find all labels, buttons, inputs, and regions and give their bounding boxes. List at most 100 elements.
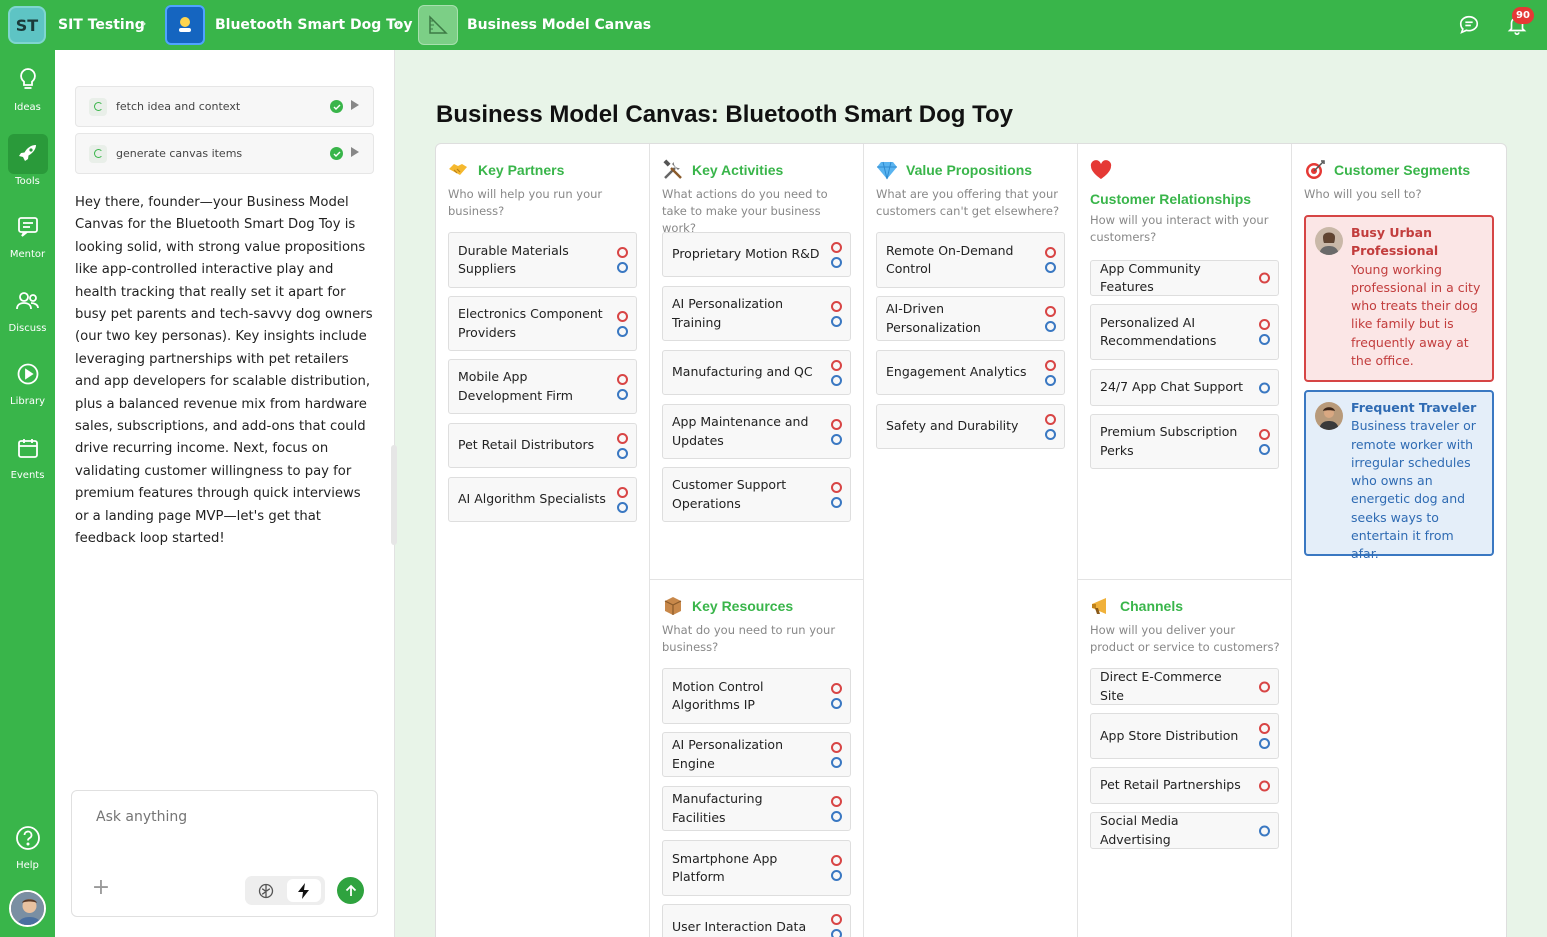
canvas-item[interactable]: App Store Distribution: [1090, 713, 1279, 759]
canvas-item[interactable]: Safety and Durability: [876, 404, 1065, 449]
blue-dot-icon[interactable]: [831, 433, 842, 445]
canvas-item[interactable]: Motion Control Algorithms IP: [662, 668, 851, 724]
red-dot-icon[interactable]: [1045, 247, 1056, 258]
blue-dot-icon[interactable]: [1259, 443, 1270, 455]
canvas-item[interactable]: AI Personalization Engine: [662, 732, 851, 777]
breadcrumb-workspace[interactable]: SIT Testing: [58, 0, 145, 50]
canvas-item[interactable]: Personalized AI Recommendations: [1090, 304, 1279, 360]
canvas-item[interactable]: Pet Retail Partnerships: [1090, 767, 1279, 804]
red-dot-icon[interactable]: [617, 373, 628, 385]
plus-icon[interactable]: +: [90, 877, 112, 899]
canvas-item[interactable]: AI Personalization Training: [662, 286, 851, 341]
red-dot-icon[interactable]: [617, 486, 628, 498]
canvas-item[interactable]: User Interaction Data: [662, 904, 851, 937]
blue-dot-icon[interactable]: [1259, 738, 1270, 749]
red-dot-icon[interactable]: [1259, 272, 1270, 284]
red-dot-icon[interactable]: [831, 914, 842, 925]
blue-dot-icon[interactable]: [1259, 825, 1270, 836]
red-dot-icon[interactable]: [831, 359, 842, 371]
task-item[interactable]: generate canvas items: [75, 133, 374, 174]
red-dot-icon[interactable]: [1045, 413, 1056, 425]
brain-icon[interactable]: [257, 882, 275, 900]
rail-item-help[interactable]: Help: [0, 818, 55, 880]
chat-input[interactable]: [96, 809, 356, 825]
blue-dot-icon[interactable]: [617, 262, 628, 273]
blue-dot-icon[interactable]: [1045, 320, 1056, 332]
chat-scrollbar[interactable]: [391, 445, 397, 545]
red-dot-icon[interactable]: [1259, 681, 1270, 692]
canvas-item[interactable]: Manufacturing and QC: [662, 350, 851, 395]
red-dot-icon[interactable]: [1259, 319, 1270, 330]
canvas-item[interactable]: AI Algorithm Specialists: [448, 477, 637, 522]
blue-dot-icon[interactable]: [831, 256, 842, 268]
red-dot-icon[interactable]: [831, 300, 842, 312]
red-dot-icon[interactable]: [831, 241, 842, 253]
blue-dot-icon[interactable]: [1045, 262, 1056, 273]
red-dot-icon[interactable]: [617, 310, 628, 322]
blue-dot-icon[interactable]: [831, 496, 842, 508]
red-dot-icon[interactable]: [831, 683, 842, 694]
blue-dot-icon[interactable]: [617, 501, 628, 513]
red-dot-icon[interactable]: [617, 247, 628, 258]
canvas-item[interactable]: Smartphone App Platform: [662, 840, 851, 896]
persona-card[interactable]: Busy Urban Professional Young working pr…: [1304, 215, 1494, 382]
canvas-item[interactable]: Durable Materials Suppliers: [448, 232, 637, 288]
canvas-item[interactable]: Mobile App Development Firm: [448, 359, 637, 414]
lightning-icon[interactable]: [287, 879, 321, 902]
mode-toggle[interactable]: [245, 876, 325, 905]
red-dot-icon[interactable]: [831, 481, 842, 493]
persona-card[interactable]: Frequent Traveler Business traveler or r…: [1304, 390, 1494, 561]
blue-dot-icon[interactable]: [617, 325, 628, 337]
canvas-item[interactable]: App Maintenance and Updates: [662, 404, 851, 459]
blue-dot-icon[interactable]: [831, 756, 842, 768]
blue-dot-icon[interactable]: [831, 698, 842, 709]
blue-dot-icon[interactable]: [831, 870, 842, 881]
canvas-item[interactable]: Pet Retail Distributors: [448, 423, 637, 468]
rail-item-mentor[interactable]: Mentor: [0, 207, 55, 269]
canvas-item[interactable]: 24/7 App Chat Support: [1090, 369, 1279, 406]
blue-dot-icon[interactable]: [617, 388, 628, 400]
canvas-item[interactable]: Engagement Analytics: [876, 350, 1065, 395]
rail-item-library[interactable]: Library: [0, 354, 55, 416]
blue-dot-icon[interactable]: [831, 374, 842, 386]
red-dot-icon[interactable]: [831, 418, 842, 430]
rail-item-tools[interactable]: Tools: [0, 134, 55, 196]
canvas-thumbnail[interactable]: [418, 5, 458, 45]
project-thumbnail[interactable]: [165, 5, 205, 45]
red-dot-icon[interactable]: [831, 795, 842, 807]
blue-dot-icon[interactable]: [831, 315, 842, 327]
rail-item-events[interactable]: Events: [0, 428, 55, 490]
expand-icon[interactable]: [351, 100, 359, 110]
red-dot-icon[interactable]: [617, 432, 628, 444]
blue-dot-icon[interactable]: [831, 929, 842, 937]
canvas-item[interactable]: Remote On-Demand Control: [876, 232, 1065, 288]
red-dot-icon[interactable]: [831, 855, 842, 866]
red-dot-icon[interactable]: [1259, 780, 1270, 791]
user-avatar[interactable]: [9, 890, 46, 927]
workspace-badge[interactable]: ST: [8, 6, 46, 44]
red-dot-icon[interactable]: [1045, 359, 1056, 371]
red-dot-icon[interactable]: [1259, 723, 1270, 734]
send-button[interactable]: [337, 877, 364, 904]
blue-dot-icon[interactable]: [831, 810, 842, 822]
canvas-item[interactable]: Social Media Advertising: [1090, 812, 1279, 849]
rail-item-ideas[interactable]: Ideas: [0, 60, 55, 122]
blue-dot-icon[interactable]: [1259, 382, 1270, 393]
canvas-item[interactable]: Proprietary Motion R&D: [662, 232, 851, 277]
red-dot-icon[interactable]: [1045, 305, 1056, 317]
canvas-item[interactable]: Premium Subscription Perks: [1090, 414, 1279, 469]
expand-icon[interactable]: [351, 147, 359, 157]
breadcrumb-project[interactable]: Bluetooth Smart Dog Toy: [215, 0, 413, 50]
canvas-item[interactable]: Manufacturing Facilities: [662, 786, 851, 831]
red-dot-icon[interactable]: [1259, 428, 1270, 440]
task-item[interactable]: fetch idea and context: [75, 86, 374, 127]
canvas-item[interactable]: Customer Support Operations: [662, 467, 851, 522]
blue-dot-icon[interactable]: [1045, 428, 1056, 440]
blue-dot-icon[interactable]: [1045, 374, 1056, 386]
canvas-item[interactable]: AI-Driven Personalization: [876, 296, 1065, 341]
canvas-item[interactable]: Electronics Component Providers: [448, 296, 637, 351]
red-dot-icon[interactable]: [831, 741, 842, 753]
blue-dot-icon[interactable]: [1259, 334, 1270, 345]
canvas-item[interactable]: App Community Features: [1090, 260, 1279, 296]
canvas-item[interactable]: Direct E-Commerce Site: [1090, 668, 1279, 705]
